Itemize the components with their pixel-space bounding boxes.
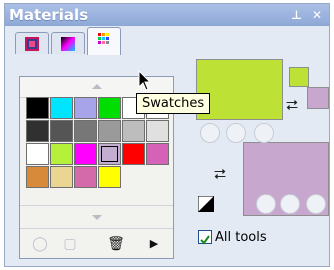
swatch[interactable] (26, 97, 49, 119)
swatch[interactable] (26, 166, 49, 188)
tab-colors[interactable] (15, 32, 49, 54)
fg-texture-button[interactable] (226, 123, 246, 143)
delete-swatch-button[interactable]: 🗑 (104, 233, 128, 255)
pin-icon[interactable]: ⊥ (291, 8, 302, 22)
title-bar: Materials ⊥ ✕ (5, 4, 329, 26)
swatch[interactable] (50, 97, 73, 119)
swatch[interactable] (26, 143, 49, 165)
fg-style-button[interactable] (200, 123, 220, 143)
swap-small-icon[interactable]: ⮂ (286, 96, 298, 114)
swatch[interactable] (74, 97, 97, 119)
bg-style-button[interactable] (256, 194, 276, 214)
swatch[interactable] (98, 97, 121, 119)
gradient-icon (61, 37, 75, 51)
swatch[interactable] (98, 120, 121, 142)
swatch[interactable] (50, 166, 73, 188)
mouse-pointer-icon (138, 70, 152, 91)
swatch[interactable] (146, 143, 169, 165)
swatch[interactable] (74, 166, 97, 188)
swatch[interactable] (98, 143, 121, 165)
bg-transparent-button[interactable] (306, 194, 326, 214)
swatch[interactable] (146, 120, 169, 142)
all-tools-label: All tools (215, 230, 267, 245)
swatch[interactable] (74, 143, 97, 165)
tab-gradient[interactable] (51, 32, 85, 54)
chevron-down-icon (92, 215, 102, 220)
tooltip: Swatches (136, 93, 211, 114)
color-picker-icon (25, 37, 39, 51)
swatch[interactable] (50, 143, 73, 165)
scroll-down-button[interactable] (20, 205, 173, 228)
fg-transparent-button[interactable] (254, 123, 274, 143)
edit-swatch-button[interactable]: ▢ (58, 233, 82, 255)
new-swatch-button[interactable]: ◯ (28, 233, 52, 255)
swatch[interactable] (98, 166, 121, 188)
swatch[interactable] (26, 120, 49, 142)
panel-title: Materials (9, 6, 89, 24)
swatch-toolbar: ◯ ▢ 🗑 ▶ (20, 228, 173, 259)
chevron-up-icon (92, 84, 102, 89)
swatch[interactable] (74, 120, 97, 142)
default-colors-icon[interactable] (198, 196, 214, 212)
more-options-arrow[interactable]: ▶ (142, 233, 166, 255)
close-icon[interactable]: ✕ (312, 8, 322, 22)
swatches-icon (98, 33, 109, 44)
bg-texture-button[interactable] (280, 194, 300, 214)
small-foreground-color[interactable] (289, 67, 309, 87)
swatch[interactable] (50, 120, 73, 142)
swap-colors-icon[interactable]: ⮂ (214, 165, 226, 183)
swatch[interactable] (122, 143, 145, 165)
all-tools-checkbox[interactable] (198, 230, 212, 245)
checkmark-icon (200, 235, 210, 245)
tab-swatches[interactable] (87, 27, 121, 55)
small-background-color[interactable] (307, 87, 329, 109)
swatch[interactable] (122, 120, 145, 142)
